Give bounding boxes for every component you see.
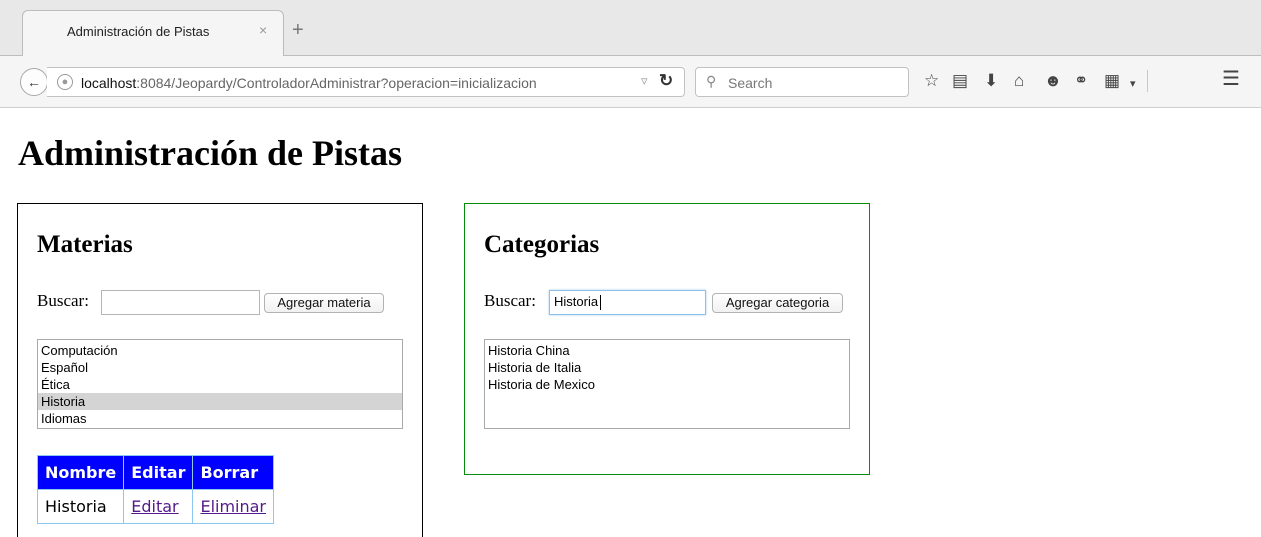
tab-strip: Administración de Pistas × + (0, 0, 1261, 57)
search-icon: ⚲ (706, 73, 717, 89)
categorias-search-label: Buscar: (484, 291, 536, 310)
url-path: :8084/Jeopardy/ControladorAdministrar?op… (136, 75, 537, 91)
chat-icon[interactable]: ☻ (1044, 71, 1062, 91)
header-editar: Editar (123, 455, 194, 490)
eliminar-link[interactable]: Eliminar (192, 489, 275, 524)
clipboard-icon[interactable]: ▦ (1104, 71, 1120, 91)
browser-tab[interactable]: Administración de Pistas × (22, 10, 284, 57)
materias-panel: Materias Buscar: Agregar materia Computa… (17, 203, 423, 537)
agregar-materia-button[interactable]: Agregar materia (264, 293, 384, 313)
list-item[interactable]: Historia China (485, 342, 849, 359)
reading-list-icon[interactable]: ▤ (952, 71, 968, 91)
search-bar[interactable]: ⚲ Search (695, 67, 909, 97)
download-icon[interactable]: ⬇ (984, 71, 998, 91)
materias-table: Nombre Editar Borrar Historia Editar Eli… (36, 455, 275, 524)
url-host: localhost (81, 75, 137, 91)
materias-listbox[interactable]: Computación Español Ética Historia Idiom… (37, 339, 403, 429)
navigation-bar: ← ● localhost:8084/Jeopardy/ControladorA… (0, 56, 1261, 108)
url-text[interactable]: localhost:8084/Jeopardy/ControladorAdmin… (81, 75, 537, 91)
list-item[interactable]: Computación (38, 342, 402, 359)
close-tab-icon[interactable]: × (259, 22, 267, 38)
table-header-row: Nombre Editar Borrar (36, 455, 275, 490)
list-item[interactable]: Historia de Mexico (485, 376, 849, 393)
table-row: Historia Editar Eliminar (36, 489, 275, 524)
categorias-search-input[interactable]: Historia (549, 290, 706, 315)
back-arrow-icon[interactable]: ← (20, 68, 48, 96)
materias-title: Materias (37, 231, 133, 258)
agregar-categoria-button[interactable]: Agregar categoria (712, 293, 843, 313)
menu-icon[interactable]: ☰ (1222, 69, 1240, 89)
header-borrar: Borrar (192, 455, 275, 490)
new-tab-icon[interactable]: + (292, 20, 304, 40)
bookmark-star-icon[interactable]: ☆ (924, 71, 939, 91)
list-item[interactable]: Español (38, 359, 402, 376)
url-bar[interactable]: ● localhost:8084/Jeopardy/ControladorAdm… (47, 67, 685, 97)
list-item-selected[interactable]: Historia (38, 393, 402, 410)
list-item[interactable]: Ética (38, 376, 402, 393)
reload-icon[interactable]: ↻ (659, 71, 673, 91)
list-item[interactable]: Idiomas (38, 410, 402, 427)
categorias-title: Categorias (484, 231, 600, 258)
text-caret (600, 295, 602, 311)
list-item[interactable]: Historia de Italia (485, 359, 849, 376)
page-title: Administración de Pistas (18, 133, 403, 173)
clipboard-dropdown-icon[interactable]: ▾ (1130, 74, 1136, 94)
url-dropdown-icon[interactable]: ▿ (641, 73, 648, 89)
pocket-icon[interactable]: ⚭ (1074, 71, 1088, 91)
materias-search-input[interactable] (101, 290, 260, 315)
materias-search-label: Buscar: (37, 291, 89, 310)
globe-icon: ● (57, 74, 73, 90)
toolbar-separator (1147, 70, 1148, 92)
header-nombre: Nombre (36, 455, 125, 490)
categorias-search-value: Historia (554, 294, 599, 309)
editar-link[interactable]: Editar (123, 489, 194, 524)
tab-title: Administración de Pistas (67, 24, 210, 39)
cell-nombre: Historia (36, 489, 125, 524)
search-placeholder: Search (728, 75, 773, 91)
categorias-listbox[interactable]: Historia China Historia de Italia Histor… (484, 339, 850, 429)
categorias-panel: Categorias Buscar: Historia Agregar cate… (464, 203, 870, 475)
home-icon[interactable]: ⌂ (1014, 71, 1024, 91)
